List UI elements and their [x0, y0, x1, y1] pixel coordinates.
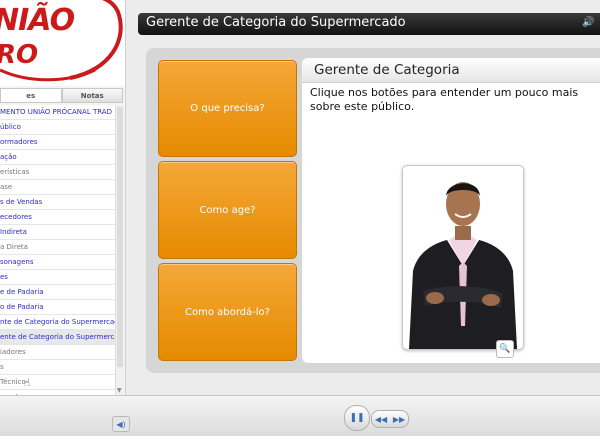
outline-scrollbar[interactable]: ▼ — [115, 105, 124, 395]
outline-item[interactable]: Indireta — [0, 225, 115, 240]
panel-title: Gerente de Categoria — [314, 62, 460, 78]
panel-header: Gerente de Categoria — [302, 58, 600, 83]
logo-line1: NIÃO — [0, 3, 75, 38]
outline-item[interactable]: s — [0, 360, 115, 375]
outline-list: MENTO UNIÃO PRÓCANAL TRAD úblico ormadores… — [0, 105, 115, 395]
sidebar-tabs: es Notas — [0, 88, 123, 103]
outline-item[interactable]: iadores — [0, 345, 115, 360]
pointer-cursor-icon: ☝ — [24, 378, 31, 389]
outline-item[interactable]: úblico — [0, 120, 115, 135]
outline-item[interactable]: ecedores — [0, 210, 115, 225]
outline-item[interactable]: e de Padaria — [0, 285, 115, 300]
how-acts-button[interactable]: Como age? — [158, 161, 297, 259]
outline-item[interactable]: o de Padaria — [0, 300, 115, 315]
slide-title: Gerente de Categoria do Supermercado — [146, 15, 406, 30]
previous-slide-icon[interactable]: ◀◀ — [375, 415, 387, 424]
brand-logo: NIÃO RO — [0, 0, 125, 86]
outline-item[interactable]: erísticas — [0, 165, 115, 180]
outline-item[interactable]: nte de Categoria do Supermercado — [0, 315, 115, 330]
outline-item[interactable]: a Direta — [0, 240, 115, 255]
outline-item[interactable]: ase — [0, 180, 115, 195]
sidebar: NIÃO RO es Notas MENTO UNIÃO PRÓCANAL TR… — [0, 0, 126, 435]
outline-item[interactable]: ente de Categoria do Supermercado — [0, 330, 115, 345]
slide-title-bar: Gerente de Categoria do Supermercado 🔊 — [138, 13, 600, 35]
outline-item[interactable]: MENTO UNIÃO PRÓCANAL TRAD — [0, 105, 115, 120]
outline-item[interactable]: s de Vendas — [0, 195, 115, 210]
logo-line2: RO — [0, 40, 39, 70]
outline-item[interactable]: ormadores — [0, 135, 115, 150]
outline-item[interactable]: sonagens — [0, 255, 115, 270]
next-slide-icon[interactable]: ▶▶ — [393, 415, 405, 424]
pause-button[interactable]: ❚❚ — [344, 405, 370, 431]
outline-item[interactable]: es — [0, 270, 115, 285]
scrollbar-thumb[interactable] — [117, 107, 123, 367]
panel-description: Clique nos botões para entender um pouco… — [310, 86, 579, 113]
zoom-icon[interactable]: 🔍 — [496, 340, 514, 358]
outline-item[interactable]: Técnico — [0, 375, 115, 390]
tab-notes[interactable]: Notas — [61, 88, 123, 103]
how-approach-button[interactable]: Como abordá-lo? — [158, 263, 297, 361]
scroll-down-icon[interactable]: ▼ — [117, 387, 122, 394]
what-needs-button[interactable]: O que precisa? — [158, 60, 297, 157]
volume-icon[interactable]: ◀) — [112, 416, 130, 432]
tab-outline[interactable]: es — [0, 88, 62, 103]
player-controls-bar — [0, 395, 600, 436]
sound-icon[interactable]: 🔊 — [582, 17, 594, 30]
slide-navigation: ◀◀ ▶▶ — [371, 410, 409, 428]
outline-item[interactable]: ação — [0, 150, 115, 165]
manager-photo — [402, 165, 524, 350]
